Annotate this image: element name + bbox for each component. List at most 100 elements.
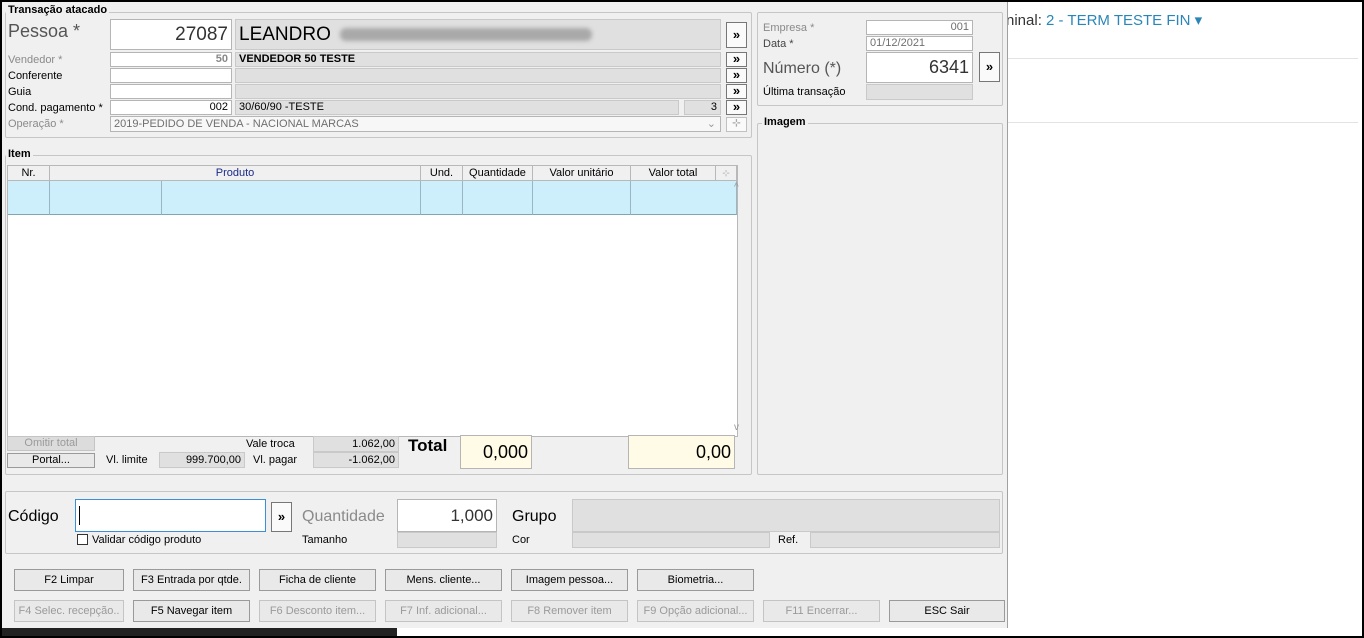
terminal-link[interactable]: 2 - TERM TESTE FIN: [1046, 12, 1190, 29]
f11-encerrar-button[interactable]: F11 Encerrar...: [763, 600, 880, 622]
cell-und[interactable]: [421, 181, 463, 215]
f9-opcao-adicional-button[interactable]: F9 Opção adicional...: [637, 600, 754, 622]
conferente-name-field: [235, 68, 721, 83]
conferente-more-button[interactable]: »: [726, 68, 747, 83]
column-options-icon[interactable]: ⊹: [716, 166, 737, 181]
item-grid[interactable]: Nr. Produto Und. Quantidade Valor unitár…: [7, 165, 738, 437]
cor-label: Cor: [512, 534, 530, 546]
grupo-label: Grupo: [512, 508, 557, 525]
vendedor-label: Vendedor *: [8, 54, 63, 66]
vale-troca-label: Vale troca: [246, 438, 295, 450]
transaction-dialog: Transação atacado Pessoa * 27087 LEANDRO…: [2, 2, 1008, 628]
f3-entrada-por-qtde-button[interactable]: F3 Entrada por qtde.: [133, 569, 250, 591]
operacao-label: Operação *: [8, 118, 64, 130]
cell-nr[interactable]: [8, 181, 50, 215]
vendedor-name-field: VENDEDOR 50 TESTE: [235, 52, 721, 67]
tamanho-label: Tamanho: [302, 534, 348, 546]
col-header-nr[interactable]: Nr.: [8, 166, 50, 181]
cell-quantidade[interactable]: [463, 181, 533, 215]
f2-limpar-button[interactable]: F2 Limpar: [14, 569, 124, 591]
portal-button[interactable]: Portal...: [7, 453, 95, 468]
cell-valor-total[interactable]: [631, 181, 737, 215]
cor-field: [572, 532, 770, 548]
terminal-indicator: ninal: 2 - TERM TESTE FIN ▾: [1006, 11, 1202, 29]
vendedor-more-button[interactable]: »: [726, 52, 747, 67]
data-field[interactable]: 01/12/2021: [866, 36, 973, 51]
cond-pagamento-label: Cond. pagamento *: [8, 102, 103, 114]
f5-navegar-item-button[interactable]: F5 Navegar item: [133, 600, 250, 622]
guia-name-field: [235, 84, 721, 99]
transacao-title: Transação atacado: [6, 4, 110, 16]
conferente-label: Conferente: [8, 70, 63, 82]
esc-sair-button[interactable]: ESC Sair: [889, 600, 1005, 622]
divider: [1006, 122, 1358, 123]
ref-field: [810, 532, 1000, 548]
cond-pagamento-name-field: 30/60/90 -TESTE: [235, 100, 679, 115]
conferente-code-field[interactable]: [110, 68, 232, 83]
pessoa-code-field[interactable]: 27087: [110, 19, 232, 50]
numero-field[interactable]: 6341: [866, 52, 973, 83]
vl-limite-label: Vl. limite: [106, 454, 148, 466]
imagem-group: [757, 123, 1003, 475]
cell-produto-code[interactable]: [50, 181, 162, 215]
numero-label: Número (*): [763, 60, 842, 77]
ficha-de-cliente-button[interactable]: Ficha de cliente: [259, 569, 376, 591]
vale-troca-field: 1.062,00: [313, 436, 399, 452]
vendedor-code-field[interactable]: 50: [110, 52, 232, 67]
guia-more-button[interactable]: »: [726, 84, 747, 99]
vl-limite-field: 999.700,00: [159, 452, 245, 468]
grupo-field: [572, 499, 1000, 532]
imagem-title: Imagem: [762, 116, 808, 128]
total-value: 0,00: [628, 435, 735, 469]
chevron-down-icon: ⌄: [706, 118, 716, 130]
codigo-label: Código: [8, 508, 59, 525]
empresa-label: Empresa *: [763, 22, 815, 34]
col-header-valor-total[interactable]: Valor total: [631, 166, 716, 181]
ultima-transacao-label: Última transação: [763, 86, 846, 98]
guia-label: Guia: [8, 86, 32, 98]
total-label: Total: [408, 436, 448, 455]
col-header-valor-unitario[interactable]: Valor unitário: [533, 166, 631, 181]
codigo-more-button[interactable]: »: [271, 502, 292, 532]
operacao-options-button[interactable]: ⊹: [726, 117, 747, 132]
cond-pagamento-code-field[interactable]: 002: [110, 100, 232, 115]
scroll-down-icon[interactable]: v: [734, 422, 739, 433]
mens-cliente-button[interactable]: Mens. cliente...: [385, 569, 502, 591]
total-quantity: 0,000: [460, 435, 532, 469]
codigo-input[interactable]: [75, 499, 266, 532]
f8-remover-item-button[interactable]: F8 Remover item: [511, 600, 628, 622]
col-header-quantidade[interactable]: Quantidade: [463, 166, 533, 181]
imagem-pessoa-button[interactable]: Imagem pessoa...: [511, 569, 628, 591]
numero-more-button[interactable]: »: [979, 52, 1000, 82]
col-header-und[interactable]: Und.: [421, 166, 463, 181]
text-cursor: [79, 506, 80, 525]
pessoa-name-field: LEANDRO: [235, 19, 721, 50]
table-row[interactable]: [8, 181, 737, 215]
ultima-transacao-field: [866, 84, 973, 100]
terminal-prefix: ninal:: [1006, 12, 1047, 29]
quantidade-field[interactable]: 1,000: [397, 499, 497, 532]
operacao-select[interactable]: 2019-PEDIDO DE VENDA - NACIONAL MARCAS ⌄: [110, 116, 721, 132]
vl-pagar-field: -1.062,00: [313, 452, 399, 468]
f7-inf-adicional-button[interactable]: F7 Inf. adicional...: [385, 600, 502, 622]
validar-codigo-checkbox[interactable]: [77, 534, 88, 545]
f4-selec-recepcao-button[interactable]: F4 Selec. recepção..: [14, 600, 124, 622]
pessoa-name: LEANDRO: [239, 24, 331, 45]
item-title: Item: [6, 148, 33, 160]
guia-code-field[interactable]: [110, 84, 232, 99]
cell-valor-unitario[interactable]: [533, 181, 631, 215]
tamanho-field: [397, 532, 497, 548]
quantidade-label: Quantidade: [302, 508, 385, 525]
redacted-surname: [340, 28, 593, 42]
col-header-produto[interactable]: Produto: [50, 166, 421, 181]
cell-produto-desc[interactable]: [162, 181, 421, 215]
biometria-button[interactable]: Biometria...: [637, 569, 754, 591]
pessoa-more-button[interactable]: »: [726, 22, 747, 48]
omitir-total-button[interactable]: Omitir total: [7, 436, 95, 451]
cond-pagamento-more-button[interactable]: »: [726, 100, 747, 115]
f6-desconto-item-button[interactable]: F6 Desconto item...: [259, 600, 376, 622]
scroll-up-icon[interactable]: ^: [734, 182, 739, 193]
empresa-field[interactable]: 001: [866, 20, 973, 35]
cond-pagamento-count: 3: [684, 100, 721, 115]
chevron-down-icon[interactable]: ▾: [1195, 12, 1203, 29]
